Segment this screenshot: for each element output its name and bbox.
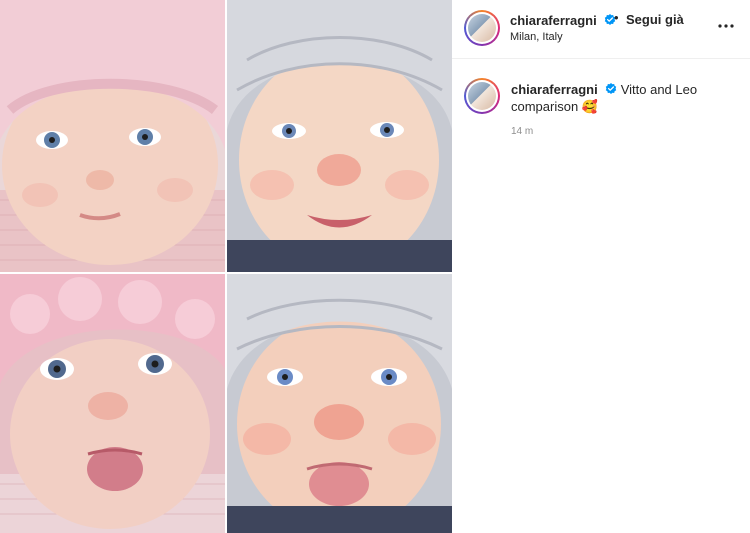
- verified-badge-icon: [605, 83, 616, 94]
- post-timestamp[interactable]: 14 m: [511, 126, 533, 137]
- photo-baby-fluffy-pink-tongue: [0, 274, 225, 533]
- caption-avatar[interactable]: [464, 78, 500, 114]
- post-image-collage[interactable]: [0, 0, 452, 533]
- post-sidebar: chiaraferragni • Segui già Milan, Italy …: [452, 0, 750, 533]
- following-button[interactable]: Segui già: [626, 12, 684, 27]
- photo-baby-grey-hood-smile: [227, 0, 452, 272]
- post-caption: chiaraferragni Vitto and Leo comparison …: [511, 81, 736, 115]
- photo-baby-grey-hood-tongue: [227, 274, 452, 533]
- author-username[interactable]: chiaraferragni: [510, 13, 597, 28]
- location-link[interactable]: Milan, Italy: [510, 31, 563, 43]
- avatar[interactable]: [464, 10, 500, 46]
- caption-username[interactable]: chiaraferragni: [511, 82, 598, 97]
- author-username-link[interactable]: chiaraferragni: [510, 12, 616, 30]
- post-header: chiaraferragni • Segui già Milan, Italy: [452, 0, 750, 59]
- separator-dot: •: [614, 10, 619, 25]
- photo-baby-pink-hat: [0, 0, 225, 272]
- smiling-face-hearts-emoji: 🥰: [581, 99, 599, 114]
- more-options-icon[interactable]: [716, 16, 736, 36]
